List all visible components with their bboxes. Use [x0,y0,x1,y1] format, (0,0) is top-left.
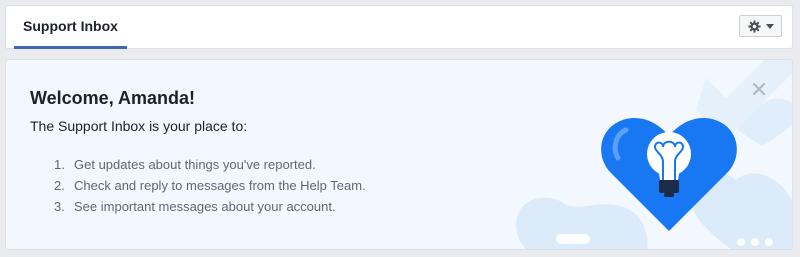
list-item-number: 2. [54,178,65,193]
list-item: 1. Get updates about things you've report… [54,154,366,175]
list-item: 2. Check and reply to messages from the H… [54,175,366,196]
close-icon[interactable] [752,82,766,96]
benefits-list: 1. Get updates about things you've report… [54,154,366,217]
tab-support-inbox[interactable]: Support Inbox [14,6,127,49]
settings-dropdown-button[interactable] [739,15,782,37]
welcome-card: Welcome, Amanda! The Support Inbox is yo… [5,59,793,250]
support-inbox-header: Support Inbox [5,5,793,49]
list-item-number: 1. [54,157,65,172]
list-item-text: Get updates about things you've reported… [74,157,316,172]
caret-down-icon [765,23,774,29]
gear-icon [747,19,761,33]
list-item: 3. See important messages about your acco… [54,196,366,217]
intro-text: The Support Inbox is your place to: [30,118,248,134]
list-item-text: See important messages about your accoun… [74,199,336,214]
list-item-number: 3. [54,199,65,214]
tab-label: Support Inbox [23,18,118,34]
list-item-text: Check and reply to messages from the Hel… [74,178,366,193]
welcome-title: Welcome, Amanda! [30,88,196,108]
